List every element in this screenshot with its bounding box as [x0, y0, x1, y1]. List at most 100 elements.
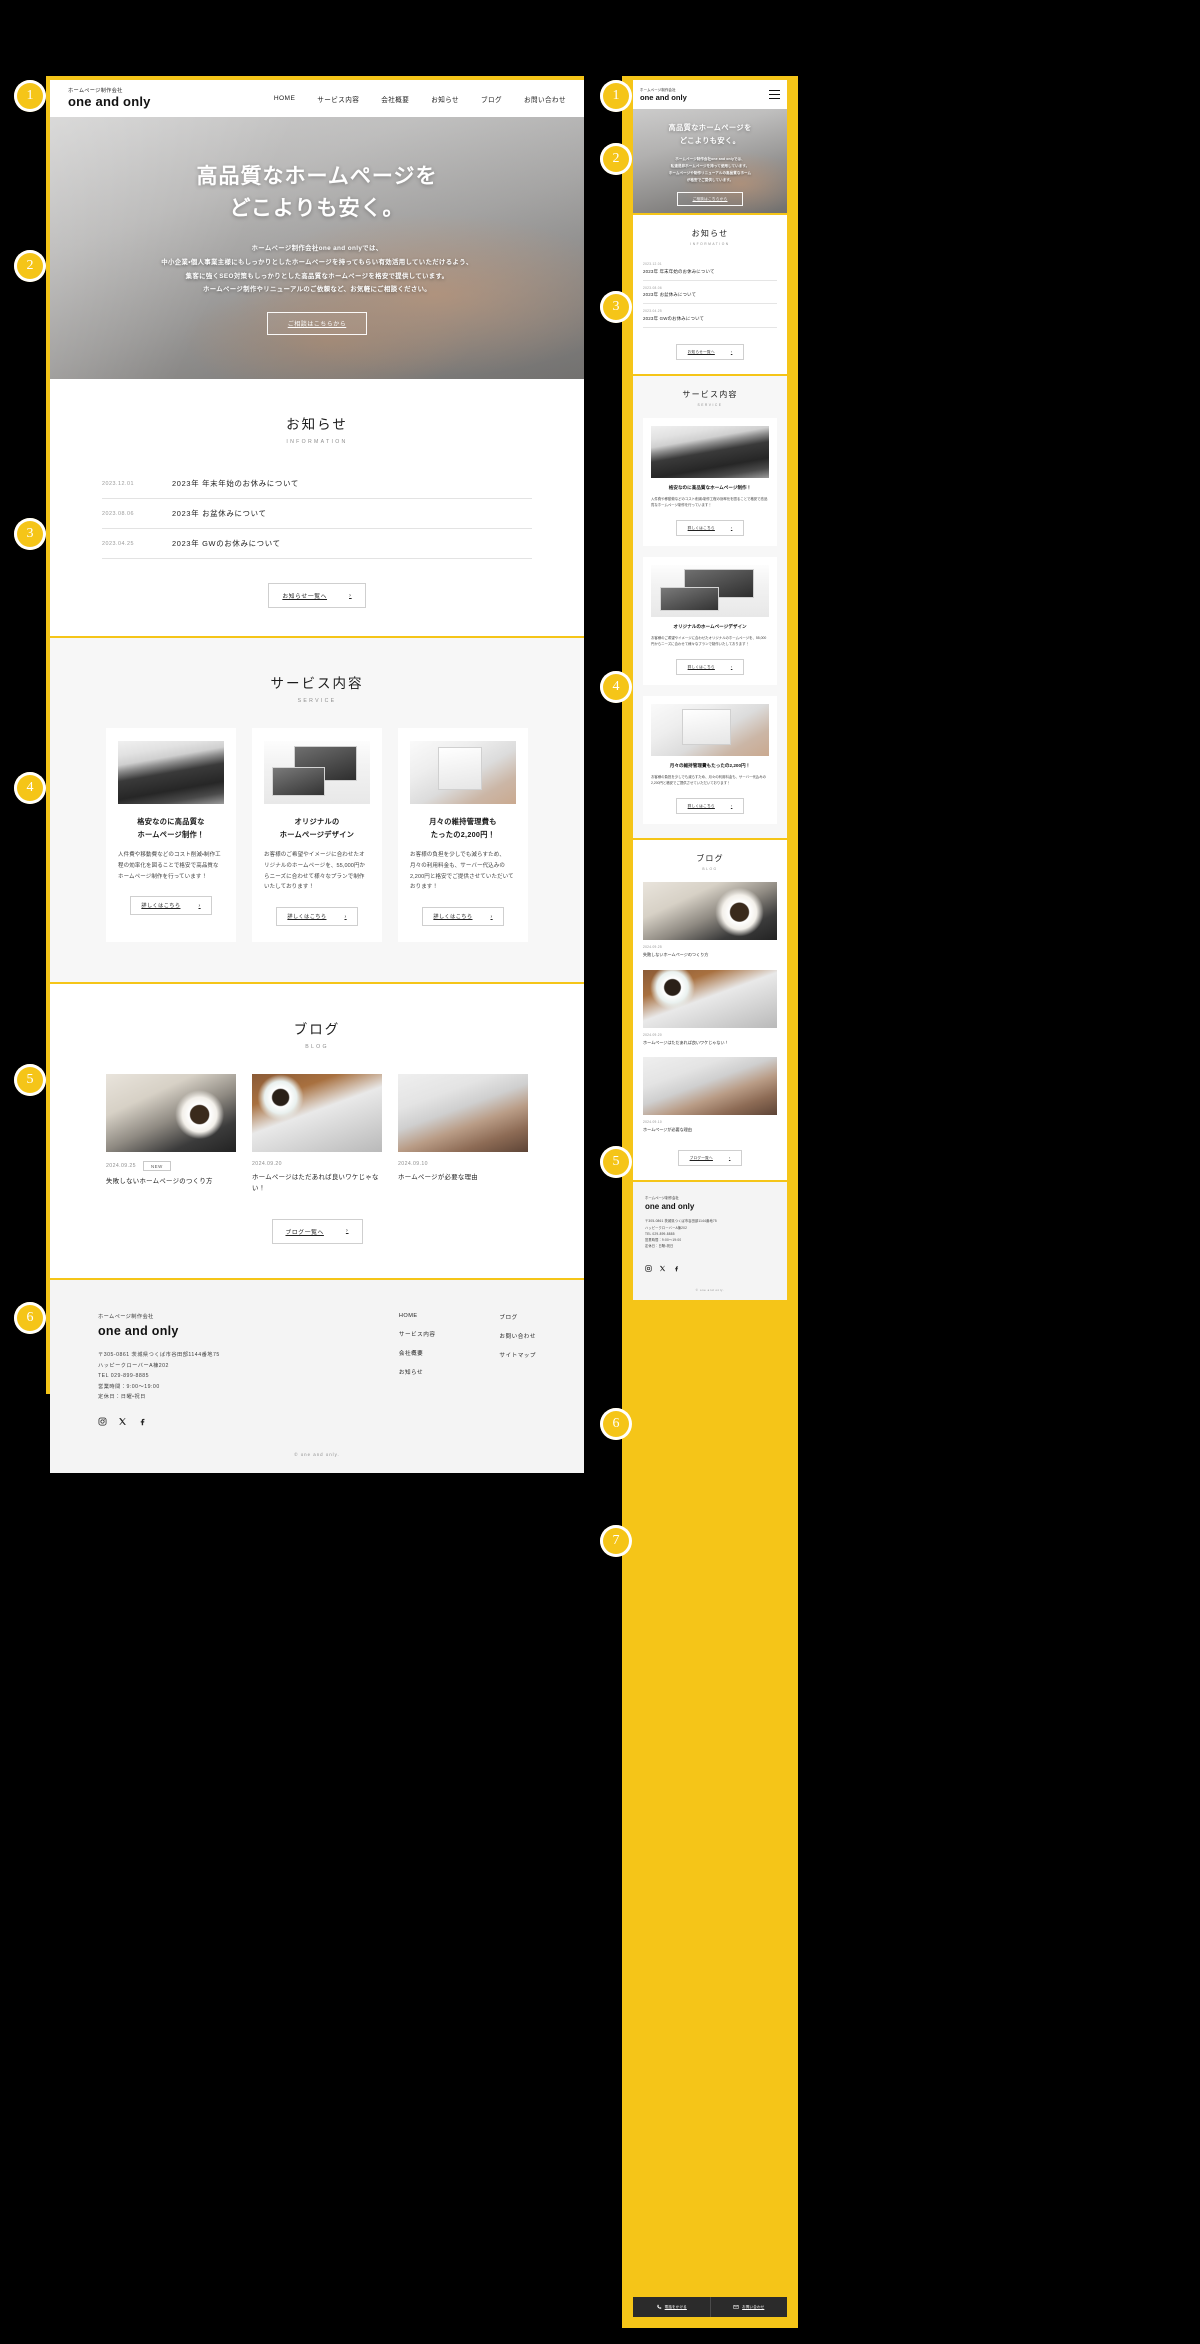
mobile-service-card-button[interactable]: 詳しくはこちら ›	[675, 659, 745, 676]
service-card-title: 月々の維持管理費も たったの2,200円！	[410, 816, 516, 841]
chevron-right-icon: ›	[490, 913, 493, 920]
mobile-blog-card-date: 2024.09.25	[643, 945, 662, 950]
mobile-news-more-label: お知らせ一覧へ	[687, 349, 715, 354]
mobile-blog-card[interactable]: 2024.09.25 失敗しないホームページのつくり方	[643, 882, 777, 959]
service-heading-ja: サービス内容	[270, 676, 364, 691]
footer-nav-item[interactable]: サイトマップ	[499, 1351, 536, 1359]
blog-card[interactable]: 2024.09.20 ホームページはただあれば良いワケじゃない！	[252, 1074, 382, 1195]
mobile-news-item[interactable]: 2023.04.25 2023年 GWのお休みについて	[643, 304, 777, 328]
news-item-date: 2023.08.06	[102, 510, 134, 517]
service-section: サービス内容 SERVICE 格安なのに高品質な ホームページ制作！ 人件費や移…	[50, 636, 584, 985]
mobile-hero-section: 高品質なホームページを どこよりも安く。 ホームページ制作会社one and o…	[633, 109, 787, 213]
service-card-button[interactable]: 詳しくはこちら ›	[130, 896, 212, 916]
service-heading: サービス内容 SERVICE	[50, 672, 584, 704]
service-card-image	[264, 741, 370, 804]
footer-nav-col-2: ブログ お問い合わせ サイトマップ	[499, 1313, 536, 1426]
hero-title-line1: 高品質なホームページを	[196, 164, 438, 188]
mobile-blog-card-title: 失敗しないホームページのつくり方	[643, 952, 709, 958]
mobile-news-more-button[interactable]: お知らせ一覧へ ›	[675, 344, 745, 360]
blog-more-button[interactable]: ブログ一覧へ ›	[271, 1218, 363, 1244]
blog-card-grid: 2024.09.25 NEW 失敗しないホームページのつくり方 2024.09.…	[50, 1074, 584, 1195]
service-card: オリジナルの ホームページデザイン お客様のご希望やイメージに合わせたオリジナル…	[252, 728, 382, 943]
x-twitter-icon[interactable]	[659, 1259, 666, 1277]
mobile-blog-card-title: ホームページはただあれば良いワケじゃない！	[643, 1039, 729, 1045]
footer-nav-item[interactable]: HOME	[399, 1313, 436, 1319]
mobile-news-item[interactable]: 2023.12.01 2023年 年末年始のお休みについて	[643, 257, 777, 281]
mobile-call-label: 電話をかける	[664, 2304, 687, 2309]
nav-item-blog[interactable]: ブログ	[481, 94, 502, 104]
mobile-logo-title: one and only	[640, 93, 687, 102]
blog-card-title: ホームページが必要な理由	[398, 1174, 478, 1182]
instagram-icon[interactable]	[645, 1259, 652, 1277]
service-card-title-line1: 月々の維持管理費も	[429, 817, 497, 826]
service-card-grid: 格安なのに高品質な ホームページ制作！ 人件費や移動費などのコスト削減・制作工程…	[50, 728, 584, 943]
hero-title: 高品質なホームページを どこよりも安く。	[197, 161, 438, 226]
blog-new-badge: NEW	[142, 1161, 171, 1172]
x-twitter-icon[interactable]	[118, 1417, 127, 1426]
footer-nav-item[interactable]: ブログ	[499, 1313, 536, 1321]
mobile-footer-address: 〒305-0861 茨城県つくば市谷田部1144番地75 ハッピークローバーA棟…	[645, 1218, 775, 1249]
hero-description: ホームページ制作会社one and onlyでは、 中小企業・個人事業主様にもし…	[161, 242, 472, 297]
nav-item-contact[interactable]: お問い合わせ	[524, 94, 566, 104]
mobile-hero-desc-line-3: ホームページや制作リニューアルの高品質なホーム	[668, 170, 752, 175]
mobile-news-item[interactable]: 2023.08.06 2023年 お盆休みについて	[643, 281, 777, 304]
mobile-service-card: 月々の維持管理費もたったの2,200円！ お客様の負担を少しでも減らすため、月々…	[643, 696, 777, 825]
mobile-hero-cta-button[interactable]: ご相談はこちらから	[677, 192, 743, 207]
mobile-blog-heading-en: BLOG	[702, 867, 718, 872]
site-logo[interactable]: ホームページ制作会社 one and only	[68, 88, 151, 110]
callout-desktop-5: 5	[14, 1064, 46, 1096]
blog-card[interactable]: 2024.09.10 ホームページが必要な理由	[398, 1074, 528, 1195]
service-card-button[interactable]: 詳しくはこちら ›	[422, 907, 504, 927]
footer-nav-col-1: HOME サービス内容 会社概要 お知らせ	[399, 1313, 436, 1426]
footer-nav-item[interactable]: サービス内容	[399, 1330, 436, 1338]
site-footer: ホームページ制作会社 one and only 〒305-0861 茨城県つくば…	[50, 1277, 584, 1474]
mobile-service-card-image	[651, 565, 769, 618]
footer-nav-item[interactable]: 会社概要	[399, 1349, 436, 1357]
service-card-image	[410, 741, 516, 804]
footer-address: 〒305-0861 茨城県つくば市谷田部1144番地75 ハッピークローバーA棟…	[98, 1350, 220, 1403]
mobile-service-card-button[interactable]: 詳しくはこちら ›	[675, 798, 745, 815]
footer-nav-item[interactable]: お知らせ	[399, 1368, 436, 1376]
mobile-blog-card-date: 2024.09.10	[643, 1120, 662, 1125]
instagram-icon[interactable]	[98, 1417, 107, 1426]
mobile-service-card: 格安なのに高品質なホームページ制作！ 人件費や移動費などのコスト削減・制作工程の…	[643, 418, 777, 547]
nav-item-home[interactable]: HOME	[274, 95, 295, 102]
mobile-blog-card[interactable]: 2024.09.20 ホームページはただあれば良いワケじゃない！	[643, 969, 777, 1047]
nav-item-company[interactable]: 会社概要	[381, 94, 409, 104]
mobile-call-button[interactable]: 電話をかける	[633, 2297, 710, 2317]
nav-item-news[interactable]: お知らせ	[431, 94, 459, 104]
main-navigation[interactable]: HOME サービス内容 会社概要 お知らせ ブログ お問い合わせ	[274, 94, 566, 104]
mobile-blog-more-label: ブログ一覧へ	[689, 1155, 713, 1160]
news-more-button[interactable]: お知らせ一覧へ ›	[268, 583, 366, 608]
nav-item-service[interactable]: サービス内容	[317, 94, 359, 104]
footer-navigation: HOME サービス内容 会社概要 お知らせ ブログ お問い合わせ サイトマップ	[399, 1313, 536, 1426]
hero-cta-button[interactable]: ご相談はこちらから	[266, 312, 368, 336]
service-card-button-label: 詳しくはこちら	[287, 914, 327, 921]
mobile-blog-card[interactable]: 2024.09.10 ホームページが必要な理由	[643, 1057, 777, 1134]
news-item[interactable]: 2023.04.25 2023年 GWのお休みについて	[102, 529, 532, 559]
service-card-title: 格安なのに高品質な ホームページ制作！	[118, 816, 224, 841]
facebook-icon[interactable]	[673, 1259, 680, 1277]
service-card-button[interactable]: 詳しくはこちら ›	[276, 907, 358, 927]
mobile-service-section: サービス内容 SERVICE 格安なのに高品質なホームページ制作！ 人件費や移動…	[633, 374, 787, 839]
news-item[interactable]: 2023.12.01 2023年 年末年始のお休みについて	[102, 469, 532, 499]
mobile-service-card-body: 人件費や移動費などのコスト削減・制作工程の効率化を図ることで格安で高品質なホーム…	[651, 497, 768, 508]
hero-desc-line-1: ホームページ制作会社one and onlyでは、	[251, 245, 383, 253]
footer-address-line-2: ハッピークローバーA棟202	[98, 1362, 169, 1369]
callout-mobile-1: 1	[600, 80, 632, 112]
chevron-right-icon: ›	[730, 526, 733, 531]
mobile-footer-name: one and only	[645, 1202, 695, 1212]
blog-card[interactable]: 2024.09.25 NEW 失敗しないホームページのつくり方	[106, 1074, 236, 1195]
footer-nav-item[interactable]: お問い合わせ	[499, 1332, 536, 1340]
logo-title: one and only	[68, 93, 151, 109]
mobile-service-card-button[interactable]: 詳しくはこちら ›	[675, 520, 745, 537]
hamburger-menu-icon[interactable]	[769, 90, 780, 99]
mobile-blog-more-button[interactable]: ブログ一覧へ ›	[677, 1150, 743, 1167]
mobile-contact-button[interactable]: お問い合わせ	[709, 2297, 788, 2317]
news-item-date: 2023.04.25	[102, 540, 134, 547]
mobile-service-heading-en: SERVICE	[697, 403, 723, 407]
mobile-site-logo[interactable]: ホームページ制作会社 one and only	[640, 87, 687, 102]
news-item[interactable]: 2023.08.06 2023年 お盆休みについて	[102, 499, 532, 529]
facebook-icon[interactable]	[138, 1417, 147, 1426]
mobile-service-card-title: 月々の維持管理費もたったの2,200円！	[651, 763, 769, 769]
